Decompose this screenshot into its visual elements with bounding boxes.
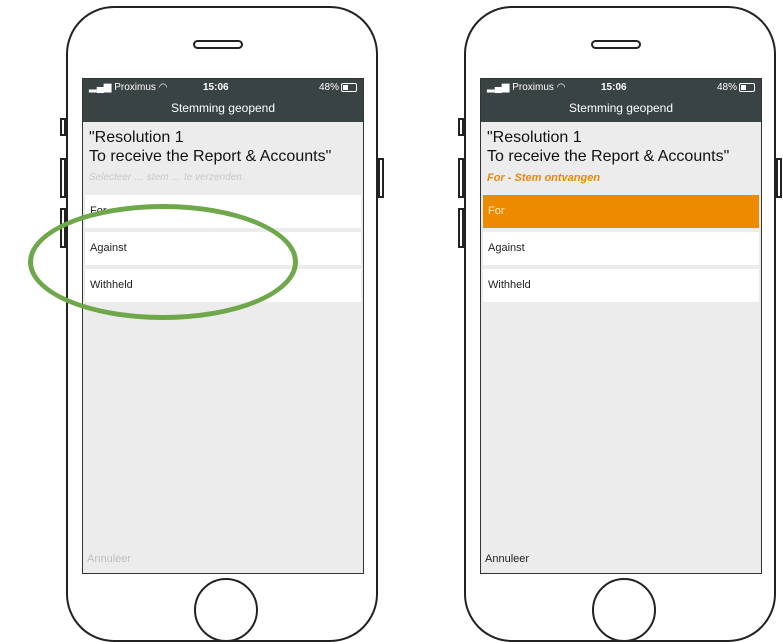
screen: ▂▄▆ Proximus ◠ 15:06 48% Stemming geopen… (82, 78, 364, 574)
signal-icon: ▂▄▆ (89, 82, 112, 93)
side-button (60, 118, 66, 136)
nav-title: Stemming geopend (83, 97, 363, 122)
resolution-title: "Resolution 1 To receive the Report & Ac… (83, 122, 363, 166)
option-against[interactable]: Against (483, 232, 759, 265)
resolution-title: "Resolution 1 To receive the Report & Ac… (481, 122, 761, 166)
side-button (458, 208, 464, 248)
vote-confirmation: For - Stem ontvangen (487, 172, 601, 184)
home-button[interactable] (592, 578, 656, 642)
carrier-label: Proximus (512, 82, 554, 93)
home-button[interactable] (194, 578, 258, 642)
status-time: 15:06 (203, 82, 229, 93)
vote-options: For Against Withheld (481, 186, 761, 302)
side-button (458, 158, 464, 198)
status-bar: ▂▄▆ Proximus ◠ 15:06 48% (83, 79, 363, 97)
cancel-button[interactable]: Annuleer (485, 553, 529, 565)
phone-right: ▂▄▆ Proximus ◠ 15:06 48% Stemming geopen… (458, 6, 782, 642)
nav-title: Stemming geopend (481, 97, 761, 122)
side-button (458, 118, 464, 136)
battery-icon (739, 82, 755, 92)
speaker-slot (193, 40, 243, 49)
status-time: 15:06 (601, 82, 627, 93)
wifi-icon: ◠ (158, 82, 168, 93)
carrier-label: Proximus (114, 82, 156, 93)
battery-label: 48% (716, 82, 737, 93)
signal-icon: ▂▄▆ (487, 82, 510, 93)
option-for[interactable]: For (483, 195, 759, 228)
phone-left: ▂▄▆ Proximus ◠ 15:06 48% Stemming geopen… (60, 6, 384, 642)
speaker-slot (591, 40, 641, 49)
resolution-line2: To receive the Report & Accounts" (487, 148, 730, 165)
instruction-hint: Selecteer … stem … te verzenden. (89, 172, 245, 183)
status-bar: ▂▄▆ Proximus ◠ 15:06 48% (481, 79, 761, 97)
cancel-button[interactable]: Annuleer (87, 553, 131, 565)
option-withheld[interactable]: Withheld (483, 269, 759, 302)
screen: ▂▄▆ Proximus ◠ 15:06 48% Stemming geopen… (480, 78, 762, 574)
resolution-line1: "Resolution 1 (487, 129, 582, 146)
battery-icon (341, 82, 357, 92)
wifi-icon: ◠ (556, 82, 566, 93)
side-button (776, 158, 782, 198)
battery-label: 48% (318, 82, 339, 93)
side-button (378, 158, 384, 198)
side-button (60, 158, 66, 198)
resolution-line1: "Resolution 1 (89, 129, 184, 146)
resolution-line2: To receive the Report & Accounts" (89, 148, 332, 165)
highlight-ellipse (28, 204, 298, 320)
